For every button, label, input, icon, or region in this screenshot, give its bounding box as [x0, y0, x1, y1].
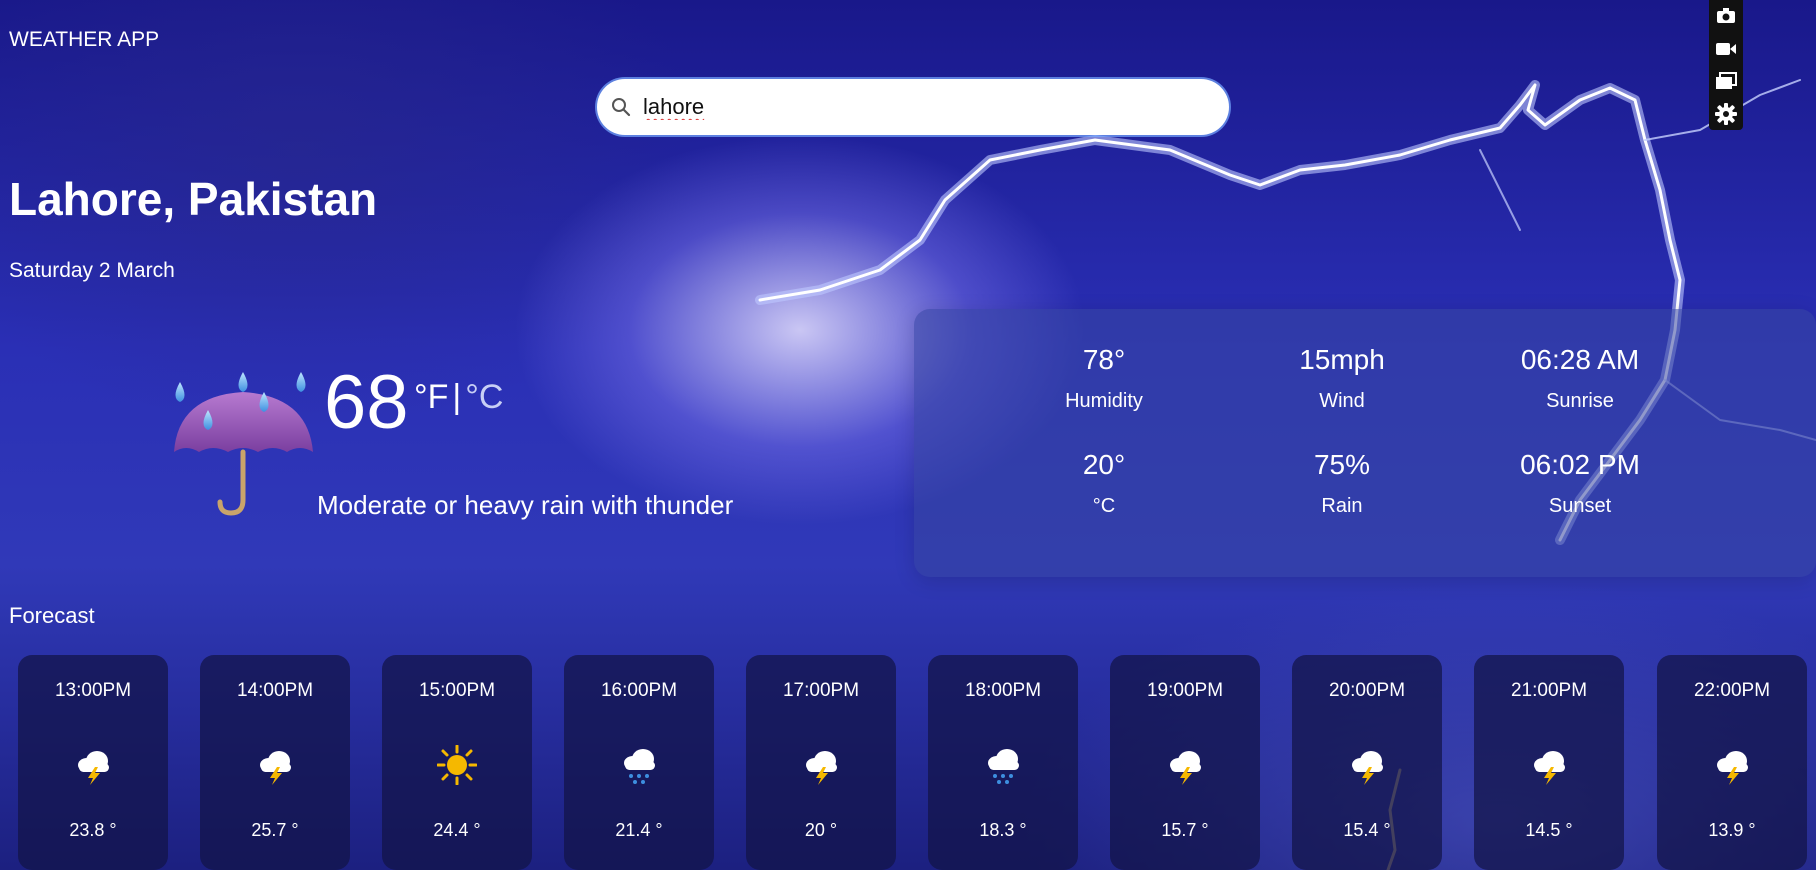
- forecast-time: 18:00PM: [964, 680, 1042, 701]
- thunder-cloud-icon: [1352, 751, 1383, 785]
- stat-label: Humidity: [1065, 390, 1143, 412]
- stat-humidity: 78° Humidity: [994, 344, 1214, 413]
- weather-condition: Moderate or heavy rain with thunder: [317, 490, 734, 520]
- umbrella-rain-icon: [174, 372, 313, 516]
- stat-value: 06:28 AM: [1520, 344, 1640, 375]
- stat-value: 20°: [1082, 449, 1126, 480]
- forecast-temp: 25.7 °: [251, 820, 299, 840]
- search-icon: [612, 98, 631, 117]
- forecast-temp: 14.5 °: [1525, 820, 1573, 840]
- window-icon[interactable]: [1713, 68, 1739, 94]
- forecast-time: 17:00PM: [782, 680, 860, 701]
- forecast-time: 14:00PM: [236, 680, 314, 701]
- unit-toggle: °F | °C: [414, 378, 503, 417]
- stat-value: 78°: [1082, 344, 1126, 375]
- screen-toolbar: [1709, 0, 1743, 130]
- stat-label: Wind: [1319, 390, 1365, 412]
- gear-icon[interactable]: [1713, 101, 1739, 127]
- forecast-temp: 20 °: [804, 820, 838, 840]
- thunder-cloud-icon: [1534, 751, 1565, 785]
- forecast-temp: 24.4 °: [433, 820, 481, 840]
- forecast-card: 17:00PM 20 °: [746, 655, 896, 870]
- fahrenheit-toggle[interactable]: °F: [414, 378, 448, 416]
- stat-label: Sunset: [1548, 495, 1612, 517]
- forecast-temp: 15.7 °: [1161, 820, 1209, 840]
- forecast-time: 21:00PM: [1510, 680, 1588, 701]
- forecast-card: 22:00PM 13.9 °: [1657, 655, 1807, 870]
- stat-value: 06:02 PM: [1520, 449, 1640, 480]
- celsius-toggle[interactable]: °C: [465, 378, 503, 416]
- forecast-card: 14:00PM 25.7 °: [200, 655, 350, 870]
- forecast-time: 19:00PM: [1146, 680, 1224, 701]
- forecast-card: 13:00PM 23.8 °: [18, 655, 168, 870]
- forecast-card: 15:00PM 24.4 °: [382, 655, 532, 870]
- thunder-cloud-icon: [806, 751, 837, 785]
- forecast-card: 18:00PM 18.3 °: [928, 655, 1078, 870]
- video-icon[interactable]: [1713, 36, 1739, 62]
- stat-rain: 75% Rain: [1232, 449, 1452, 518]
- thunder-cloud-icon: [1170, 751, 1201, 785]
- stat-sunrise: 06:28 AM Sunrise: [1470, 344, 1690, 413]
- stat-value: 75%: [1313, 449, 1371, 480]
- forecast-time: 16:00PM: [600, 680, 678, 701]
- forecast-time: 15:00PM: [418, 680, 496, 701]
- forecast-time: 22:00PM: [1693, 680, 1771, 701]
- forecast-heading: Forecast: [9, 603, 95, 628]
- sun-icon: [437, 745, 477, 785]
- forecast-temp: 18.3 °: [979, 820, 1027, 840]
- forecast-temp: 15.4 °: [1343, 820, 1391, 840]
- thunder-cloud-icon: [1717, 751, 1748, 785]
- current-temperature: 68: [324, 360, 409, 445]
- stat-value: 15mph: [1299, 344, 1385, 375]
- stat-sunset: 06:02 PM Sunset: [1470, 449, 1690, 518]
- app-title: WEATHER APP: [9, 28, 160, 51]
- forecast-card: 19:00PM 15.7 °: [1110, 655, 1260, 870]
- thunder-cloud-icon: [78, 751, 109, 785]
- forecast-temp: 23.8 °: [69, 820, 117, 840]
- search-bar[interactable]: [597, 79, 1229, 135]
- forecast-card: 21:00PM 14.5 °: [1474, 655, 1624, 870]
- forecast-temp: 21.4 °: [615, 820, 663, 840]
- stat-label: Rain: [1321, 495, 1363, 517]
- thunder-cloud-icon: [260, 751, 291, 785]
- rain-cloud-icon: [624, 749, 655, 784]
- stat-label: °C: [1092, 495, 1116, 517]
- forecast-time: 13:00PM: [54, 680, 132, 701]
- forecast-card: 16:00PM 21.4 °: [564, 655, 714, 870]
- search-input[interactable]: [641, 93, 1205, 121]
- unit-separator: |: [452, 378, 462, 416]
- forecast-time: 20:00PM: [1328, 680, 1406, 701]
- weather-stats-panel: 78° Humidity 15mph Wind 06:28 AM Sunrise…: [914, 309, 1816, 577]
- city-name: Lahore, Pakistan: [9, 173, 378, 225]
- stat-temperature-c: 20° °C: [994, 449, 1214, 518]
- stat-label: Sunrise: [1546, 390, 1614, 412]
- forecast-card: 20:00PM 15.4 °: [1292, 655, 1442, 870]
- stat-wind: 15mph Wind: [1232, 344, 1452, 413]
- rain-cloud-icon: [988, 749, 1019, 784]
- camera-icon[interactable]: [1713, 3, 1739, 29]
- current-date: Saturday 2 March: [9, 259, 175, 282]
- forecast-temp: 13.9 °: [1708, 820, 1756, 840]
